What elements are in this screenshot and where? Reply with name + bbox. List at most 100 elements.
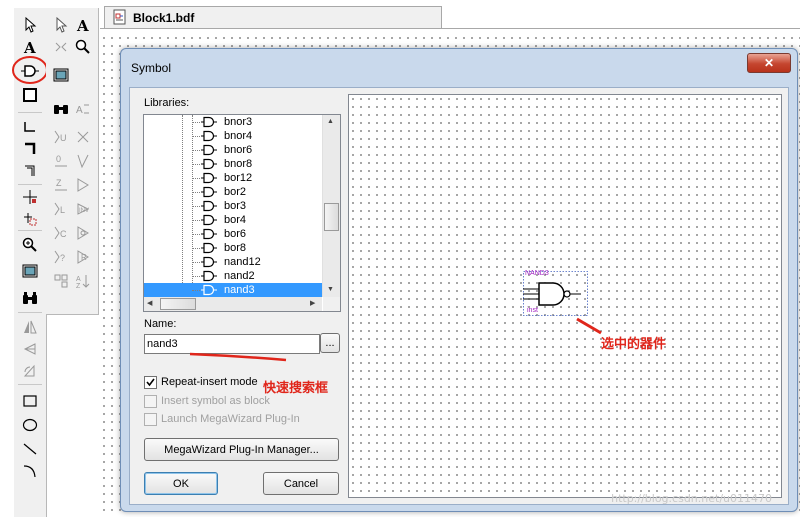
select-arrow-icon[interactable] — [19, 14, 41, 36]
find-icon[interactable] — [19, 288, 41, 310]
document-tab-title: Block1.bdf — [133, 11, 195, 25]
full-screen-icon[interactable] — [19, 260, 41, 282]
zoom-icon[interactable] — [19, 234, 41, 256]
launch-megawizard-checkbox[interactable] — [144, 413, 157, 426]
list-item-label: bnor4 — [224, 130, 253, 142]
select-arrow-icon[interactable] — [50, 14, 72, 36]
pin-output-icon[interactable] — [72, 222, 94, 244]
oval-icon[interactable] — [19, 414, 41, 436]
repeat-insert-checkbox[interactable] — [144, 376, 157, 389]
vcc-icon[interactable] — [50, 270, 72, 292]
pin-bidir-icon[interactable]: ? — [50, 246, 72, 268]
bus-icon[interactable]: U — [50, 126, 72, 148]
list-item[interactable]: nand3 — [144, 283, 322, 297]
list-item[interactable]: bor8 — [144, 241, 322, 255]
list-item[interactable]: nand12 — [144, 255, 322, 269]
tree-branch-line — [192, 178, 200, 179]
scroll-thumb[interactable] — [324, 203, 339, 231]
list-item-label: bor12 — [224, 172, 253, 184]
rotate-left-icon[interactable] — [19, 360, 41, 382]
scroll-up-icon[interactable]: ▲ — [327, 117, 334, 127]
tree-branch-line — [192, 164, 200, 165]
conduit-icon[interactable] — [72, 126, 94, 148]
list-item-label: bnor6 — [224, 144, 253, 156]
svg-text:A: A — [76, 105, 83, 116]
list-item[interactable]: bnor3 — [144, 115, 322, 129]
orthogonal-bus-icon[interactable] — [19, 138, 41, 160]
list-item[interactable]: bor3 — [144, 199, 322, 213]
insert-block-label: Insert symbol as block — [161, 395, 270, 407]
insert-block-checkbox[interactable] — [144, 395, 157, 408]
highlight-circle — [12, 56, 48, 84]
list-item[interactable]: bor4 — [144, 213, 322, 227]
ok-button[interactable]: OK — [144, 472, 218, 495]
launch-megawizard-label: Launch MegaWizard Plug-In — [161, 413, 300, 425]
rubberbanding-icon[interactable] — [19, 186, 41, 208]
document-tab[interactable]: Block1.bdf — [104, 6, 442, 29]
arc-icon[interactable] — [19, 460, 41, 482]
scroll-left-icon[interactable]: ◀ — [147, 299, 152, 309]
libraries-vertical-scrollbar[interactable]: ▲ ▼ — [322, 115, 340, 297]
scroll-down-icon[interactable]: ▼ — [327, 285, 334, 295]
find-icon[interactable] — [50, 98, 72, 120]
tree-branch-line — [192, 276, 200, 277]
block-tool-icon[interactable] — [50, 64, 72, 86]
vcc-icon[interactable]: L — [50, 198, 72, 220]
svg-text:Z: Z — [76, 283, 81, 289]
tree-branch-line — [192, 290, 200, 291]
pin-output-icon[interactable] — [72, 150, 94, 172]
dialog-title: Symbol — [131, 61, 172, 75]
cancel-button[interactable]: Cancel — [263, 472, 339, 495]
svg-text:Z: Z — [56, 178, 62, 188]
line-icon[interactable] — [19, 438, 41, 460]
partial-line-select-icon[interactable] — [19, 208, 41, 230]
node-icon[interactable]: A — [72, 98, 94, 120]
symbol-small-icon[interactable]: AZ — [72, 270, 94, 292]
orthogonal-conduit-icon[interactable] — [19, 160, 41, 182]
text-tool-icon[interactable]: A — [72, 14, 94, 36]
list-item[interactable]: bor12 — [144, 171, 322, 185]
tree-branch-line — [192, 136, 200, 137]
list-item[interactable]: nand2 — [144, 269, 322, 283]
tab-divider — [100, 28, 800, 29]
tree-branch-line — [192, 122, 200, 123]
svg-text:A: A — [76, 17, 89, 33]
list-item[interactable]: bnor4 — [144, 129, 322, 143]
symbol-small-icon[interactable]: INV — [72, 198, 94, 220]
selected-component-annotation: 选中的器件 — [601, 337, 667, 352]
list-item-label: nand2 — [224, 270, 255, 282]
gnd-icon[interactable] — [72, 174, 94, 196]
list-item[interactable]: bor2 — [144, 185, 322, 199]
list-item[interactable]: bor6 — [144, 227, 322, 241]
flip-vertical-icon[interactable] — [19, 338, 41, 360]
pin-tool-icon[interactable] — [50, 36, 72, 58]
tree-branch-line — [192, 262, 200, 263]
block-tool-icon[interactable] — [19, 84, 41, 106]
gnd-icon[interactable]: R — [72, 246, 94, 268]
pin-input-icon[interactable]: C — [50, 222, 72, 244]
symbol-name-label: NAND3 — [525, 270, 549, 277]
rectangle-icon[interactable] — [19, 390, 41, 412]
list-item-label: bor8 — [224, 242, 247, 254]
search-underline-annotation — [189, 352, 287, 362]
dialog-close-button[interactable]: ✕ — [747, 53, 791, 73]
orthogonal-node-icon[interactable] — [19, 116, 41, 138]
libraries-horizontal-scrollbar[interactable]: ◀ ▶ — [144, 297, 322, 311]
tree-branch-line — [192, 248, 200, 249]
scroll-thumb[interactable] — [160, 298, 196, 310]
megawizard-manager-button[interactable]: MegaWizard Plug-In Manager... — [144, 438, 339, 461]
svg-text:R: R — [81, 253, 87, 262]
flip-horizontal-icon[interactable] — [19, 316, 41, 338]
list-item[interactable]: bnor8 — [144, 157, 322, 171]
pin-input-icon[interactable]: 0 — [50, 150, 72, 172]
list-item[interactable]: bnor6 — [144, 143, 322, 157]
pin-bidir-icon[interactable]: Z — [50, 174, 72, 196]
browse-button[interactable]: ... — [320, 333, 340, 353]
list-item-label: bor2 — [224, 186, 247, 198]
zoom-icon[interactable] — [72, 36, 94, 58]
list-item-label: nand3 — [224, 284, 255, 296]
symbol-instance-label: inst — [527, 307, 538, 314]
libraries-tree[interactable]: bnor3 bnor4 bnor6 bnor8 bor12 bor2 bor3 bor4 bor… — [143, 114, 341, 312]
list-item-label: bor4 — [224, 214, 247, 226]
scroll-right-icon[interactable]: ▶ — [310, 299, 315, 309]
